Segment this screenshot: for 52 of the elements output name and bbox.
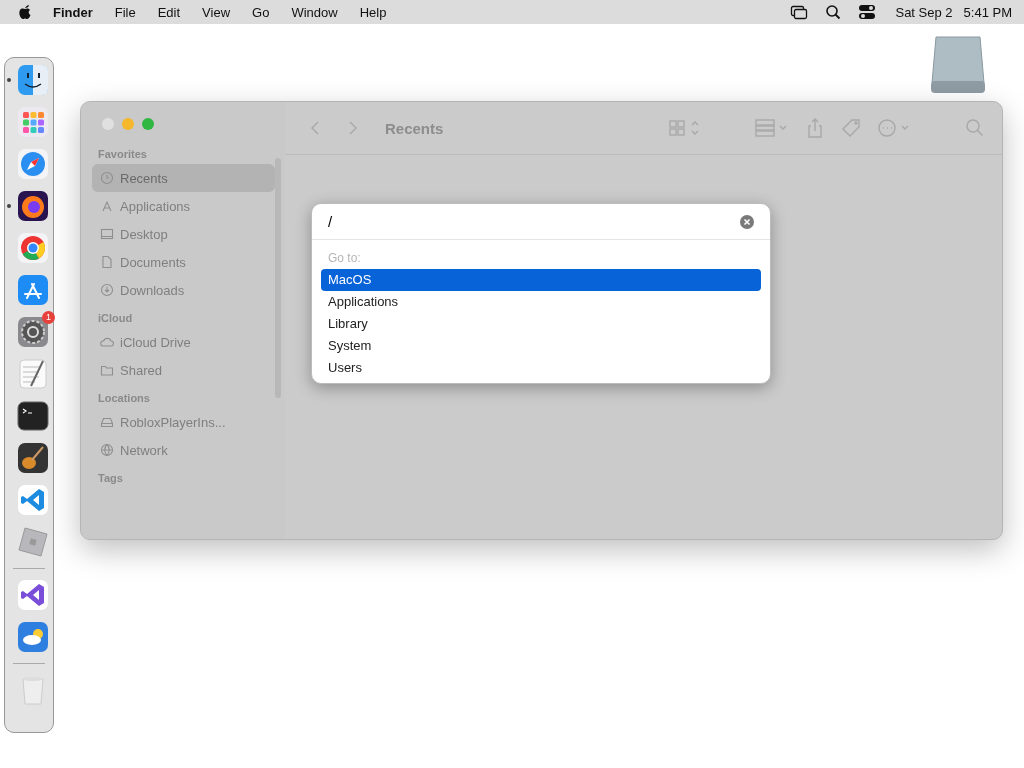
a-letter-shape-icon[interactable] [17,274,49,306]
gear-icon[interactable] [17,316,49,348]
go-to-label: Go to: [327,250,362,267]
globe-icon [100,443,114,457]
sidebar-heading: Tags [97,472,124,484]
menu-item[interactable]: Go [241,4,281,20]
suggestion-item[interactable]: MacOS [321,269,761,291]
download-icon [100,283,114,297]
sidebar-heading: iCloud [97,312,134,324]
screens-icon[interactable] [790,4,809,20]
control-center-icon[interactable] [858,4,877,20]
document-icon [100,255,114,269]
chrome-wheel-icon[interactable] [17,232,49,264]
menu-item[interactable]: File [103,4,147,20]
suggestion-item[interactable]: Users [321,357,761,379]
ribbon-icon[interactable] [17,484,49,516]
fox-globe-icon[interactable] [17,190,49,222]
window-title: Recents [385,119,444,137]
terminal-icon[interactable] [17,400,49,432]
sidebar-heading: Favorites [97,148,148,160]
cloud-and-sun-icon[interactable] [17,621,49,653]
folder-icon [100,363,114,377]
drive-icon [100,415,114,429]
running-dot [7,78,11,82]
notification-badge: 1 [42,311,55,324]
suggestion-item[interactable]: Library [321,313,761,335]
a-letter-icon [100,199,114,213]
apple-logo-icon[interactable] [18,4,32,20]
menu-app-name[interactable]: Finder [42,4,104,20]
path-field[interactable]: / [328,213,740,230]
menu-date[interactable]: Sat Sep 2 [884,4,964,20]
running-dot [7,204,11,208]
smiling-face-icon[interactable] [17,64,49,96]
suggestion-item[interactable]: System [321,335,761,357]
ribbon-icon[interactable] [17,579,49,611]
suggestion-item[interactable]: Applications [321,291,761,313]
monitor-icon [100,227,114,241]
clock-icon [100,171,114,185]
menu-time[interactable]: 5:41 PM [963,4,1012,20]
zoom-window-button[interactable] [142,118,154,130]
menu-item[interactable]: Help [348,4,398,20]
clear-icon[interactable] [740,214,754,229]
menu-item[interactable]: Edit [146,4,192,20]
sidebar-heading: Locations [97,392,151,404]
external-drive-icon[interactable] [928,35,988,95]
compass-icon[interactable] [17,148,49,180]
cloud-icon [100,335,114,349]
pen-and-paper-icon[interactable] [17,358,49,390]
app-grid-icon[interactable] [17,106,49,138]
menu-item[interactable]: View [191,4,242,20]
menu-item[interactable]: Window [280,4,349,20]
search-icon[interactable] [824,4,843,20]
